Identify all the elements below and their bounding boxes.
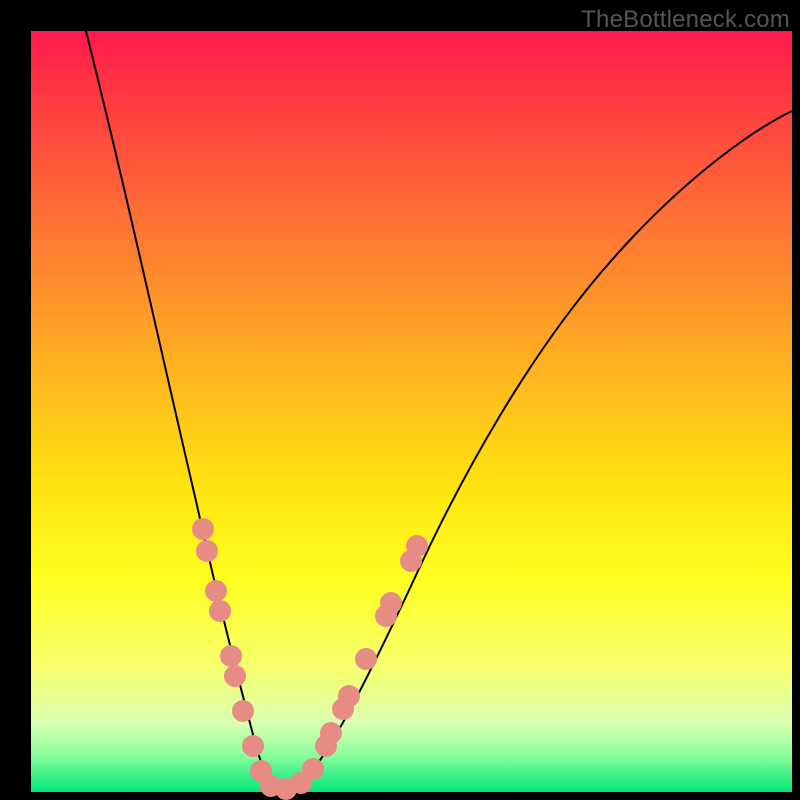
data-dots [192,518,428,800]
curve-left [86,31,281,791]
bottleneck-curve [31,31,792,792]
plot-area [31,31,792,792]
curve-right [281,111,792,791]
chart-frame: TheBottleneck.com [0,0,800,800]
watermark-text: TheBottleneck.com [581,6,790,34]
